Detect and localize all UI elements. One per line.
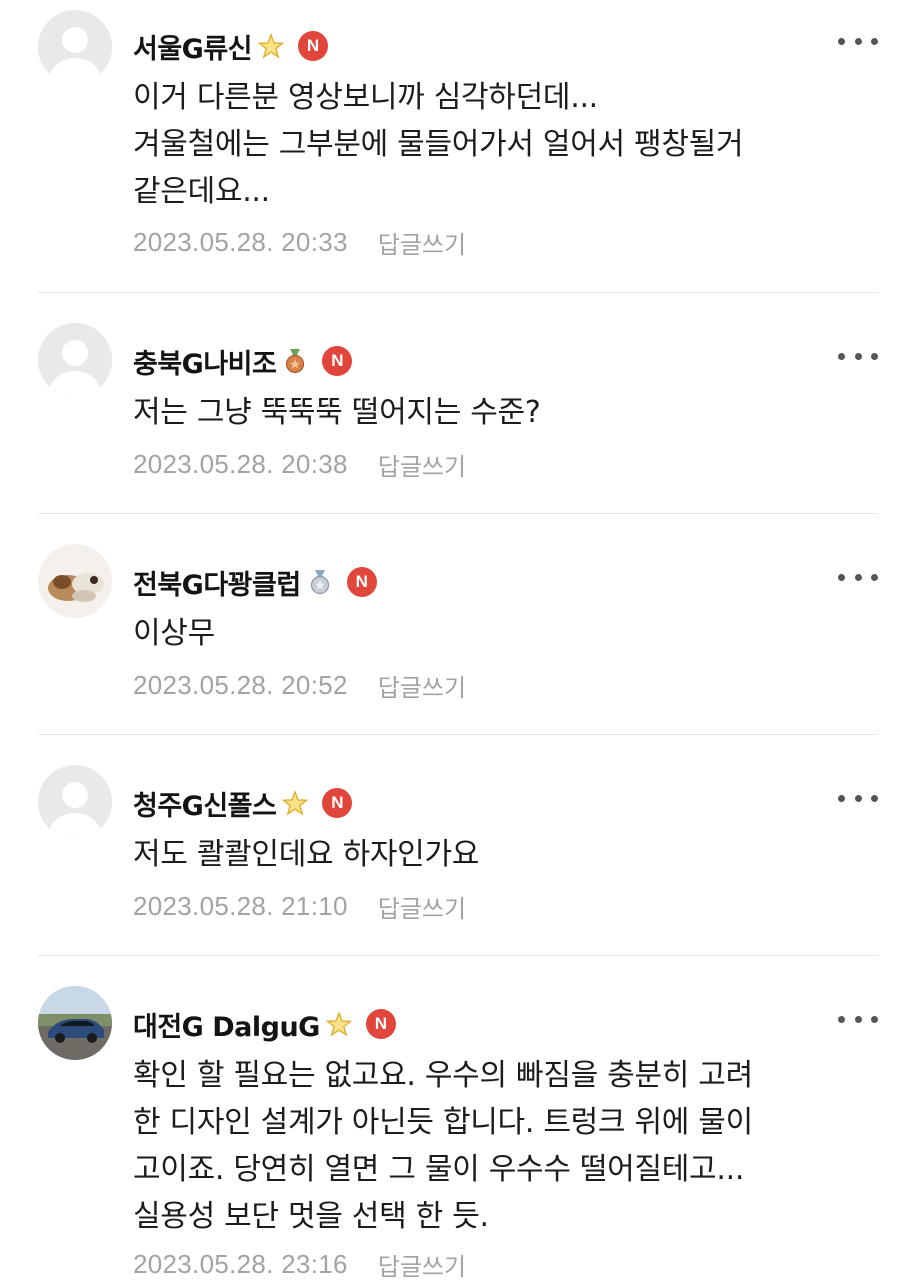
comment-meta: 2023.05.28. 23:16 답글쓰기 (133, 1244, 466, 1284)
car-photo-avatar[interactable] (38, 986, 112, 1060)
comment-line: 저도 콸콸인데요 하자인가요 (133, 837, 480, 872)
author-row: 충북G나비조 N (133, 341, 353, 381)
author-name[interactable]: 대전G DalguG (133, 1005, 320, 1044)
more-options-button[interactable] (838, 348, 878, 364)
reply-button[interactable]: 답글쓰기 (378, 225, 466, 260)
comment-text: 저도 콸콸인데요 하자인가요 (133, 831, 873, 878)
comment-text: 확인 할 필요는 없고요. 우수의 빠짐을 충분히 고려 한 디자인 설계가 아… (133, 1052, 873, 1240)
comment-list: 서울G류신 N 이거 다른분 영상보니까 심각하던데... 겨울철에는 그부분에… (0, 0, 914, 1281)
author-row: 대전G DalguG N (133, 1004, 396, 1044)
author-row: 전북G다꽝클럽 N (133, 562, 377, 602)
comment-line: 저는 그냥 뚝뚝뚝 떨어지는 수준? (133, 395, 541, 430)
more-options-button[interactable] (838, 33, 878, 49)
more-options-button[interactable] (838, 1011, 878, 1027)
comment-line: 실용성 보단 멋을 선택 한 듯. (133, 1199, 489, 1234)
author-name[interactable]: 서울G류신 (133, 27, 253, 66)
timestamp: 2023.05.28. 23:16 (133, 1248, 348, 1279)
author-name[interactable]: 청주G신폴스 (133, 784, 277, 823)
comment-meta: 2023.05.28. 21:10 답글쓰기 (133, 886, 466, 926)
comment-text: 저는 그냥 뚝뚝뚝 떨어지는 수준? (133, 389, 873, 436)
default-avatar[interactable] (38, 10, 112, 84)
star-icon (257, 33, 285, 59)
author-name[interactable]: 충북G나비조 (133, 342, 277, 381)
comment-line: 한 디자인 설계가 아닌듯 합니다. 트렁크 위에 물이 (133, 1105, 753, 1140)
comment-line: 겨울철에는 그부분에 물들어가서 얼어서 팽창될거 (133, 127, 744, 162)
comment-item: 청주G신폴스 N 저도 콸콸인데요 하자인가요 2023.05.28. 21:1… (0, 735, 914, 956)
silver-medal-icon (307, 569, 333, 595)
reply-button[interactable]: 답글쓰기 (378, 668, 466, 703)
comment-line: 이거 다른분 영상보니까 심각하던데... (133, 80, 598, 115)
comment-text: 이상무 (133, 610, 873, 657)
reply-button[interactable]: 답글쓰기 (378, 1247, 466, 1282)
reply-button[interactable]: 답글쓰기 (378, 447, 466, 482)
author-row: 서울G류신 N (133, 26, 329, 66)
author-row: 청주G신폴스 N (133, 783, 353, 823)
comment-line: 같은데요... (133, 174, 270, 209)
comment-line: 확인 할 필요는 없고요. 우수의 빠짐을 충분히 고려 (133, 1058, 753, 1093)
photo-avatar[interactable] (38, 544, 112, 618)
new-badge: N (322, 788, 353, 818)
timestamp: 2023.05.28. 20:52 (133, 669, 348, 700)
comment-line: 이상무 (133, 616, 215, 651)
star-icon (281, 790, 309, 816)
star-icon (325, 1011, 353, 1037)
comment-text: 이거 다른분 영상보니까 심각하던데... 겨울철에는 그부분에 물들어가서 얼… (133, 74, 873, 215)
timestamp: 2023.05.28. 20:38 (133, 448, 348, 479)
comment-item: 서울G류신 N 이거 다른분 영상보니까 심각하던데... 겨울철에는 그부분에… (0, 0, 914, 293)
new-badge: N (322, 346, 353, 376)
default-avatar[interactable] (38, 765, 112, 839)
comment-item: 대전G DalguG N 확인 할 필요는 없고요. 우수의 빠짐을 충분히 고… (0, 956, 914, 1281)
comment-meta: 2023.05.28. 20:33 답글쓰기 (133, 222, 466, 262)
default-avatar[interactable] (38, 323, 112, 397)
comment-item: 전북G다꽝클럽 N 이상무 2023.05.28. 20:52 답글쓰기 (0, 514, 914, 735)
more-options-button[interactable] (838, 790, 878, 806)
new-badge: N (298, 31, 329, 61)
new-badge: N (346, 567, 377, 597)
timestamp: 2023.05.28. 20:33 (133, 226, 348, 257)
comment-meta: 2023.05.28. 20:52 답글쓰기 (133, 665, 466, 705)
comment-meta: 2023.05.28. 20:38 답글쓰기 (133, 444, 466, 484)
comment-line: 고이죠. 당연히 열면 그 물이 우수수 떨어질테고... (133, 1152, 745, 1187)
comment-item: 충북G나비조 N 저는 그냥 뚝뚝뚝 떨어지는 수준? 2023.05.28. … (0, 293, 914, 514)
more-options-button[interactable] (838, 569, 878, 585)
author-name[interactable]: 전북G다꽝클럽 (133, 563, 301, 602)
new-badge: N (365, 1009, 396, 1039)
bronze-medal-icon (282, 348, 308, 374)
timestamp: 2023.05.28. 21:10 (133, 890, 348, 921)
reply-button[interactable]: 답글쓰기 (378, 889, 466, 924)
